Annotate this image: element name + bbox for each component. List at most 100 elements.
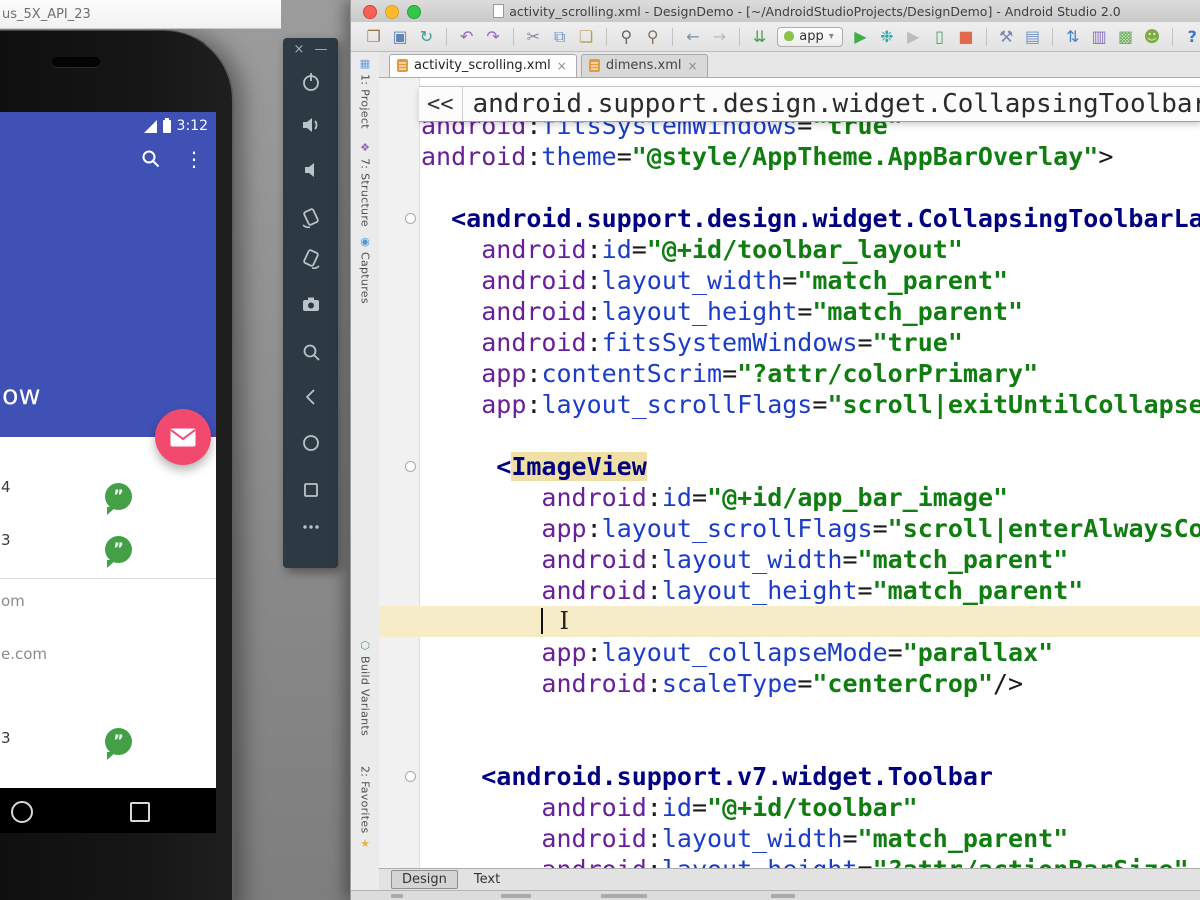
undo-icon[interactable]: ↶ [458,28,475,46]
find-replace-icon[interactable]: ⚲ [644,28,661,46]
debug-icon[interactable]: ❉ [878,28,895,46]
editor-context-header[interactable]: << android.support.design.widget.Collaps… [419,86,1200,122]
editor-tab-bar: activity_scrolling.xml × dimens.xml × [379,52,1200,78]
studio-main-toolbar: ❐ ▣ ↻ ↶ ↷ ✂ ⧉ ❏ ⚲ ⚲ ← → ⇊ app▾ ▶ ❉ ▶ ▯ ■ ⚒ ▤ ⇅ ▥ ▩ ☻? [351,22,1200,52]
sidebar-item-build-variants[interactable]: ⬡ Build Variants [351,640,379,736]
attach-debugger-icon[interactable]: ▶ [905,28,922,46]
fold-marker-icon[interactable] [405,461,416,472]
code-editor[interactable]: android:fitsSystemWindows="true"android:… [379,78,1200,868]
run-configuration-selector[interactable]: app▾ [777,27,843,47]
text-caret [541,608,543,634]
close-tab-icon[interactable]: × [557,59,567,73]
tool-window-stripe: ▦ 1: Project ❖ 7: Structure ◉ Captures ⬡… [351,52,380,900]
gradle-sync-icon[interactable]: ⇅ [1064,28,1081,46]
copy-icon[interactable]: ⧉ [551,28,568,46]
run-icon[interactable]: ▶ [852,28,869,46]
code-line: app:layout_scrollFlags="scroll|exitUntil… [421,389,1200,420]
recents-button[interactable] [130,802,150,822]
signal-icon [144,120,157,133]
help-icon[interactable]: ? [1184,28,1200,46]
volume-down-icon[interactable] [299,158,323,182]
emulator-window-title: us_5X_API_23 [0,7,91,22]
contact-row-fragment[interactable]: 3 [1,729,11,747]
email-row-fragment[interactable]: e.com [1,645,47,663]
hangouts-chat-icon[interactable]: ” [105,483,132,510]
synchronize-icon[interactable]: ↻ [418,28,435,46]
avd-manager-icon[interactable]: ▤ [1024,28,1041,46]
tab-text[interactable]: Text [464,871,510,888]
recents-icon[interactable] [299,478,323,502]
save-all-icon[interactable]: ▣ [391,28,408,46]
sdk-manager-icon[interactable]: ⚒ [998,28,1015,46]
home-button[interactable] [11,801,33,823]
battery-icon [163,120,171,133]
tab-activity-scrolling-xml[interactable]: activity_scrolling.xml × [389,54,577,77]
toolbar-separator [739,28,740,46]
zoom-icon[interactable] [299,341,323,365]
tab-dimens-xml[interactable]: dimens.xml × [581,54,708,77]
make-project-icon[interactable]: ⇊ [751,28,768,46]
quote-glyph: ” [113,486,124,505]
back-icon[interactable]: ← [684,28,701,46]
paste-icon[interactable]: ❏ [577,28,594,46]
tab-design[interactable]: Design [391,870,458,889]
screenshot-icon[interactable] [299,293,323,317]
emulator-window-titlebar[interactable]: us_5X_API_23 [0,0,281,29]
fab-email-button[interactable] [155,409,211,465]
run-on-device-icon[interactable]: ▯ [931,28,948,46]
android-nav-bar [0,788,216,833]
open-icon[interactable]: ❐ [365,28,382,46]
toolbar-separator [446,28,447,46]
search-icon[interactable] [140,148,162,170]
studio-titlebar[interactable]: activity_scrolling.xml - DesignDemo - [~… [351,0,1200,23]
sidebar-item-captures[interactable]: ◉ Captures [351,236,379,304]
power-icon[interactable] [299,70,323,94]
project-icon: ▦ [360,58,370,70]
code-line: <android.support.design.widget.Collapsin… [421,203,1200,234]
hangouts-chat-icon[interactable]: ” [105,728,132,755]
close-window-button[interactable] [363,5,377,19]
studio-status-bar [351,890,1200,900]
zoom-window-button[interactable] [407,5,421,19]
close-tab-icon[interactable]: × [687,59,697,73]
code-line: android:layout_width="match_parent" [421,544,1068,575]
contact-row-fragment[interactable]: 4 [1,478,11,496]
redo-icon[interactable]: ↷ [484,28,501,46]
home-icon[interactable] [299,431,323,455]
mouse-ibeam-cursor: I [559,608,568,634]
toolbar-separator [986,28,987,46]
chat-bubble-tail [107,752,116,760]
sidebar-item-structure[interactable]: ❖ 7: Structure [351,142,379,227]
cut-icon[interactable]: ✂ [525,28,542,46]
panel-minimize-icon[interactable]: — [314,42,327,57]
panel-close-icon[interactable]: × [294,42,305,57]
code-line: android:layout_width="match_parent" [421,265,1008,296]
fold-marker-icon[interactable] [405,771,416,782]
context-chevrons-icon[interactable]: << [419,87,463,121]
overflow-menu-icon[interactable]: ⋮ [184,149,204,169]
android-icon[interactable]: ☻ [1143,28,1160,46]
forward-icon[interactable]: → [711,28,728,46]
volume-up-icon[interactable] [299,113,323,137]
email-row-fragment[interactable]: om [1,592,25,610]
sidebar-item-project[interactable]: ▦ 1: Project [351,58,379,129]
status-bar-item [601,894,647,898]
sidebar-item-favorites[interactable]: 2: Favorites ★ [351,766,379,850]
fold-marker-icon[interactable] [405,213,416,224]
sdk-box-icon[interactable]: ▩ [1117,28,1134,46]
back-icon[interactable] [299,385,323,409]
phone-screen[interactable]: 3:12 ⋮ ow 4”3”ome.com3” [0,112,216,833]
android-monitor-icon[interactable]: ▥ [1091,28,1108,46]
code-line: android:layout_width="match_parent" [421,823,1068,854]
chat-bubble-tail [107,507,116,515]
stop-icon[interactable]: ■ [957,28,974,46]
minimize-window-button[interactable] [385,5,399,19]
rotate-right-icon[interactable] [299,246,323,270]
more-icon[interactable] [299,515,323,539]
contact-row-fragment[interactable]: 3 [1,531,11,549]
quote-glyph: ” [113,731,124,750]
hangouts-chat-icon[interactable]: ” [105,536,132,563]
emulator-control-panel: × — [283,38,338,568]
find-icon[interactable]: ⚲ [618,28,635,46]
rotate-left-icon[interactable] [299,205,323,229]
